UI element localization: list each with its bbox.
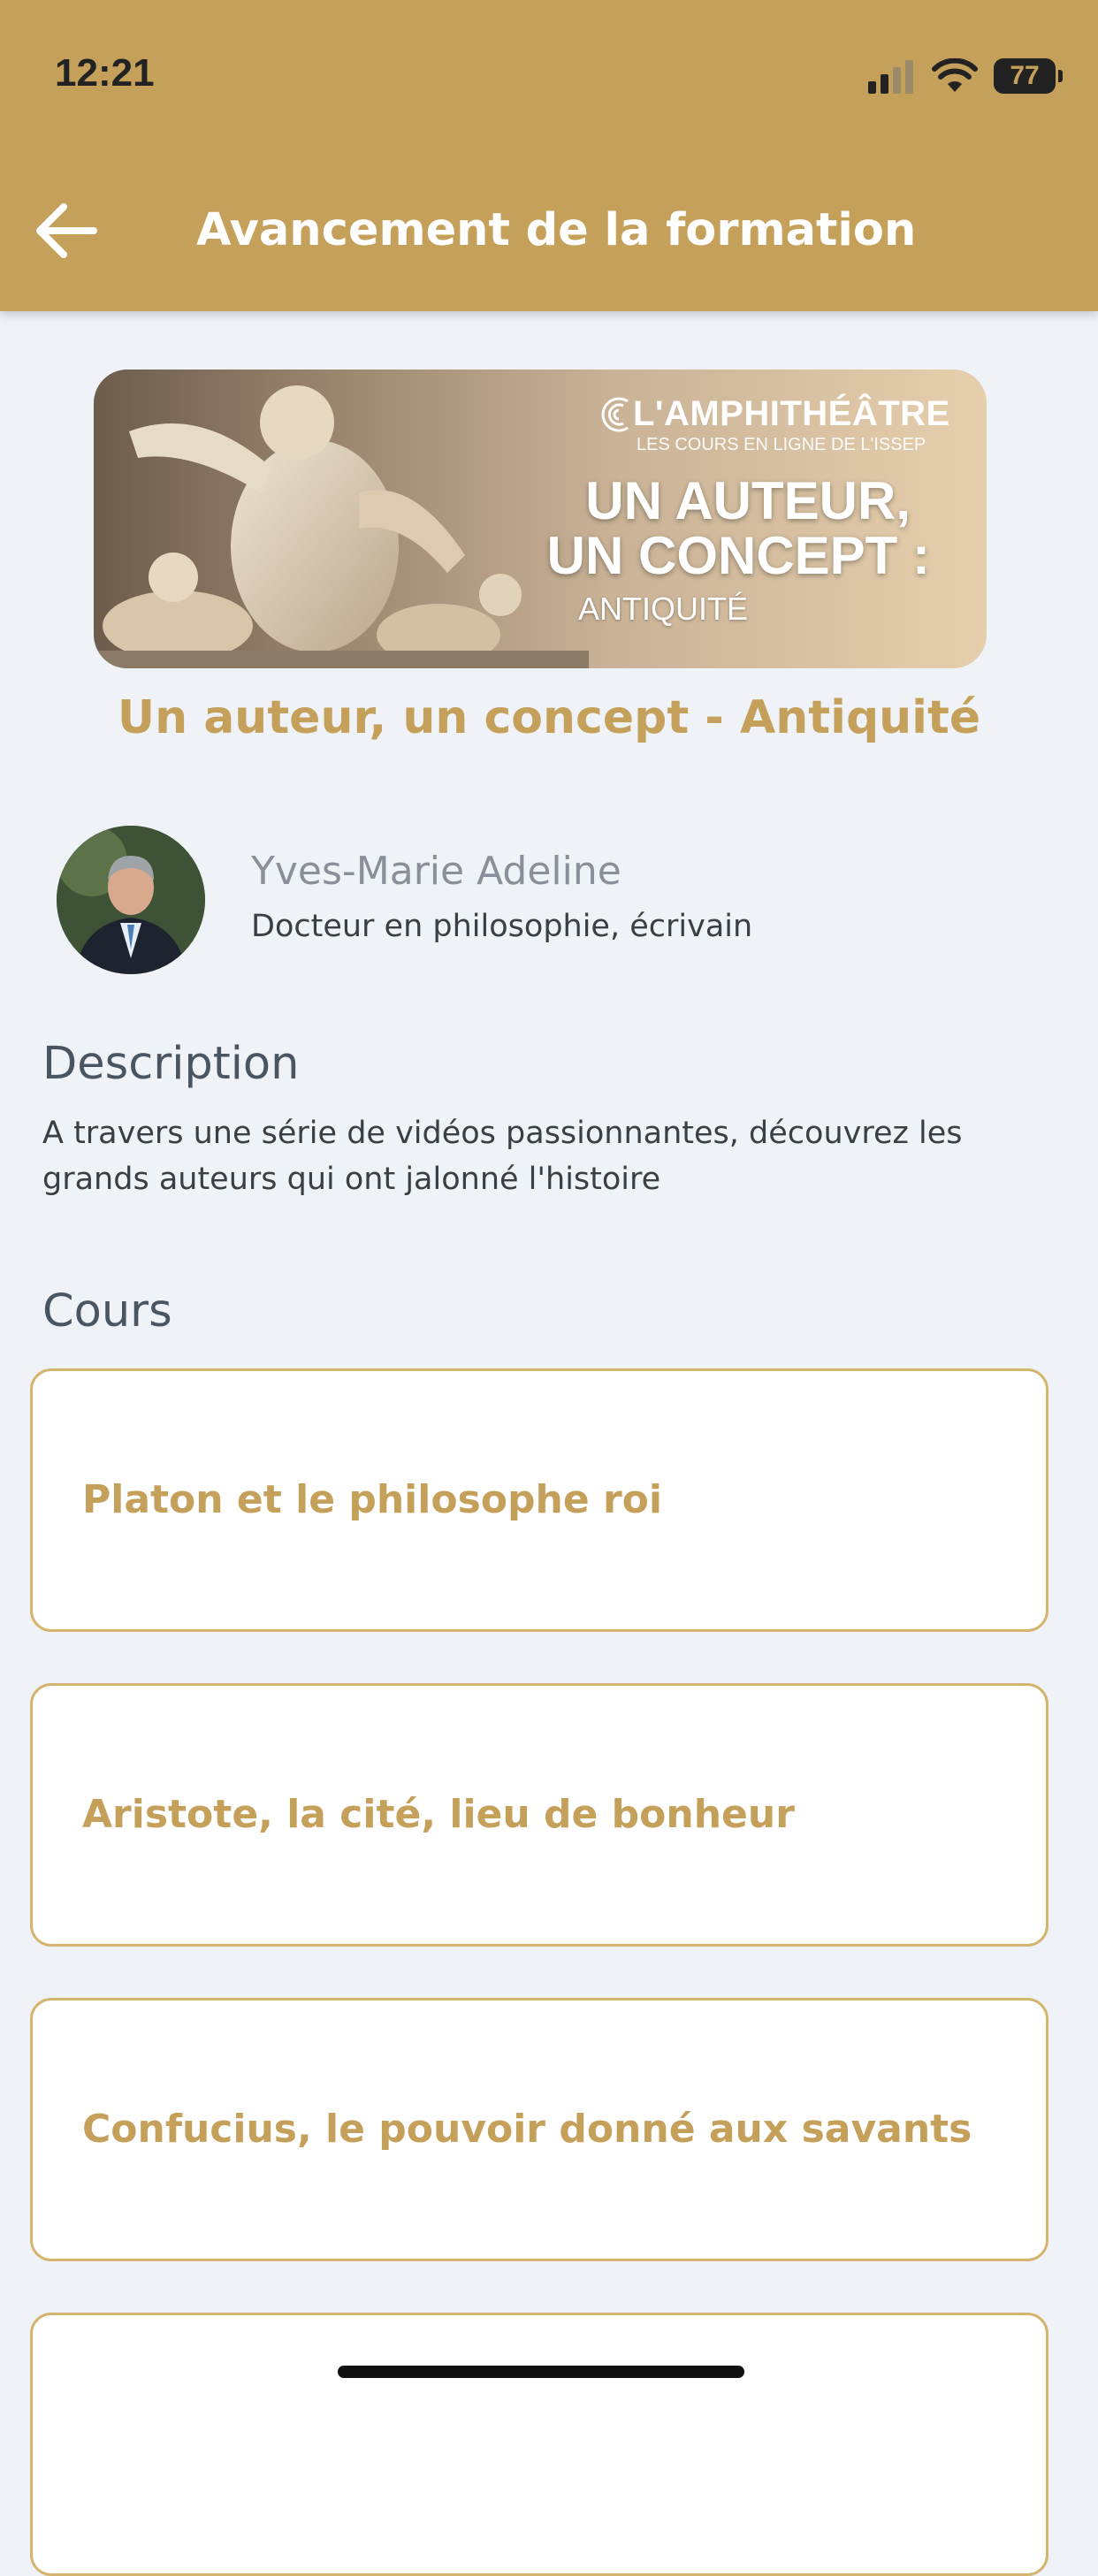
banner-heading-line2: UN CONCEPT : (546, 526, 930, 585)
app-header: 12:21 77 Avancement de la formation (0, 0, 1098, 311)
course-banner-image: L'AMPHITHÉÂTRE LES COURS EN LIGNE DE L'I… (94, 370, 987, 668)
course-card-label: Aristote, la cité, lieu de bonheur (82, 1792, 795, 1837)
course-card-label: Confucius, le pouvoir donné aux savants (82, 2107, 972, 2152)
page-title: Avancement de la formation (196, 204, 917, 256)
banner-heading-line1: UN AUTEUR, (585, 471, 911, 530)
brand-logo: L'AMPHITHÉÂTRE (596, 394, 950, 434)
author-role: Docteur en philosophie, écrivain (251, 909, 753, 944)
cellular-signal-icon (868, 58, 914, 94)
amphitheatre-logo-icon (601, 397, 629, 431)
author-portrait (57, 826, 205, 974)
brand-name: L'AMPHITHÉÂTRE (633, 394, 950, 433)
description-text: A travers une série de vidéos passionnan… (42, 1116, 963, 1197)
course-card-label: Platon et le philosophe roi (82, 1477, 662, 1522)
course-card[interactable]: Platon et le philosophe roi (30, 1368, 1048, 1632)
author-avatar (57, 826, 205, 974)
statue-illustration (94, 385, 589, 668)
status-time: 12:21 (55, 51, 155, 95)
banner-subheading: ANTIQUITÉ (578, 591, 749, 627)
wifi-icon (932, 58, 978, 92)
course-card[interactable]: Confucius, le pouvoir donné aux savants (30, 1998, 1048, 2261)
back-button[interactable] (34, 200, 101, 262)
course-title: Un auteur, un concept - Antiquité (117, 691, 981, 744)
author-name: Yves-Marie Adeline (251, 849, 621, 894)
description-heading: Description (42, 1038, 300, 1090)
course-card[interactable]: Aristote, la cité, lieu de bonheur (30, 1683, 1048, 1947)
course-card[interactable] (30, 2313, 1048, 2576)
courses-heading: Cours (42, 1285, 172, 1338)
battery-icon: 77 (994, 58, 1063, 94)
arrow-left-icon (36, 203, 97, 258)
brand-subtitle: LES COURS EN LIGNE DE L'ISSEP (637, 435, 926, 454)
